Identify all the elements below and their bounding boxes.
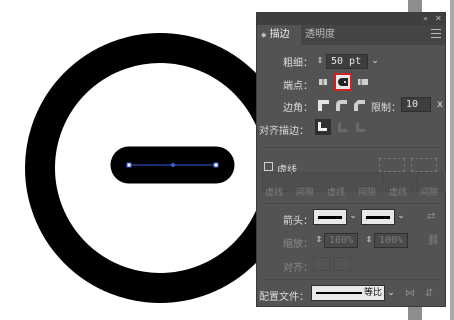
profile-label: 配置文件： bbox=[259, 292, 309, 303]
corner-label: 边角： bbox=[283, 103, 313, 114]
bevel-join-icon bbox=[354, 100, 365, 111]
profile-value: 等比 bbox=[364, 288, 383, 298]
align-arrows-label: 对齐： bbox=[283, 263, 313, 274]
profile-preview-line bbox=[316, 292, 362, 294]
tab-transparency[interactable]: 透明度 bbox=[305, 25, 349, 45]
scale-end-input[interactable]: 100% bbox=[374, 233, 408, 248]
round-cap-icon bbox=[338, 78, 348, 86]
divider bbox=[263, 147, 439, 148]
swap-arrowheads-icon[interactable]: ⇄ bbox=[427, 211, 435, 222]
butt-cap-icon bbox=[319, 76, 327, 88]
tab-stroke[interactable]: ◆ 描边 bbox=[257, 25, 301, 45]
preserve-dash-button[interactable] bbox=[379, 158, 405, 172]
align-center-button[interactable] bbox=[315, 119, 331, 135]
round-cap-button[interactable] bbox=[334, 73, 352, 91]
dashed-checkbox[interactable] bbox=[264, 162, 273, 171]
butt-cap-button[interactable] bbox=[316, 75, 330, 89]
panel-menu-icon[interactable] bbox=[431, 29, 441, 39]
close-icon[interactable]: ✕ bbox=[435, 13, 442, 25]
limit-unit: x bbox=[437, 99, 443, 110]
gap-cell-label: 间隙 bbox=[296, 188, 315, 198]
arrow-tip-at-end-button[interactable] bbox=[333, 257, 351, 271]
end-arrowhead-select[interactable] bbox=[361, 209, 395, 225]
divider bbox=[263, 279, 439, 280]
collapse-icon[interactable]: « bbox=[423, 13, 428, 25]
end-arrowhead-dropdown-icon[interactable]: ⌄ bbox=[395, 209, 407, 223]
gap-cell-label: 间隙 bbox=[358, 188, 377, 198]
start-arrowhead-select[interactable] bbox=[313, 209, 347, 225]
miter-join-icon bbox=[318, 100, 329, 111]
divider bbox=[263, 203, 439, 204]
align-dash-button[interactable] bbox=[411, 158, 437, 172]
gap-cell-label: 间隙 bbox=[420, 188, 439, 198]
limit-label: 限制： bbox=[371, 103, 401, 114]
bevel-join-button[interactable] bbox=[352, 98, 366, 112]
weight-label: 粗细： bbox=[283, 58, 313, 69]
window-edge bbox=[450, 0, 454, 320]
align-outside-icon bbox=[356, 123, 365, 132]
anchor-point-left[interactable] bbox=[126, 162, 132, 168]
center-point bbox=[171, 163, 175, 167]
tab-transparency-label: 透明度 bbox=[305, 29, 335, 40]
align-inside-button[interactable] bbox=[335, 120, 349, 134]
scale-start-input[interactable]: 100% bbox=[324, 233, 358, 248]
flip-across-icon[interactable]: ⇵ bbox=[425, 288, 433, 299]
stroke-panel: « ✕ ◆ 描边 透明度 粗细： ⇕ 50 pt ⌄ 端点： 边角： 限制： 1… bbox=[256, 12, 446, 307]
flip-along-icon[interactable]: ⋈ bbox=[405, 288, 415, 299]
weight-stepper[interactable]: ⇕ bbox=[314, 54, 326, 68]
align-outside-button[interactable] bbox=[353, 120, 367, 134]
round-join-icon bbox=[336, 100, 347, 111]
align-center-icon bbox=[318, 122, 327, 131]
link-scale-icon[interactable]: ⛓ bbox=[427, 235, 440, 246]
align-stroke-label: 对齐描边： bbox=[259, 126, 309, 137]
dash-cell-label: 虚线 bbox=[389, 188, 408, 198]
dash-cell-label: 虚线 bbox=[327, 188, 346, 198]
profile-select[interactable]: 等比 bbox=[311, 285, 385, 301]
projecting-cap-icon bbox=[358, 76, 368, 88]
projecting-cap-button[interactable] bbox=[356, 75, 370, 89]
weight-input[interactable]: 50 pt bbox=[326, 54, 368, 69]
tab-expand-icon: ◆ bbox=[261, 31, 267, 39]
miter-join-button[interactable] bbox=[316, 98, 330, 112]
anchor-point-right[interactable] bbox=[213, 162, 219, 168]
panel-tabs: ◆ 描边 透明度 bbox=[257, 25, 445, 45]
align-inside-icon bbox=[338, 123, 347, 132]
round-join-button[interactable] bbox=[334, 98, 348, 112]
weight-dropdown-icon[interactable]: ⌄ bbox=[369, 54, 381, 68]
scale-label: 缩放： bbox=[283, 239, 313, 250]
dash-cell-label: 虚线 bbox=[265, 188, 284, 198]
cap-label: 端点： bbox=[283, 81, 313, 92]
arrowheads-label: 箭头： bbox=[283, 216, 313, 227]
miter-limit-input[interactable]: 10 bbox=[401, 97, 431, 112]
start-arrowhead-dropdown-icon[interactable]: ⌄ bbox=[347, 209, 359, 223]
panel-titlebar[interactable]: « ✕ bbox=[257, 13, 445, 25]
profile-dropdown-icon[interactable]: ⌄ bbox=[385, 286, 397, 300]
arrow-tip-beyond-button[interactable] bbox=[313, 257, 331, 271]
tab-stroke-label: 描边 bbox=[269, 29, 290, 40]
